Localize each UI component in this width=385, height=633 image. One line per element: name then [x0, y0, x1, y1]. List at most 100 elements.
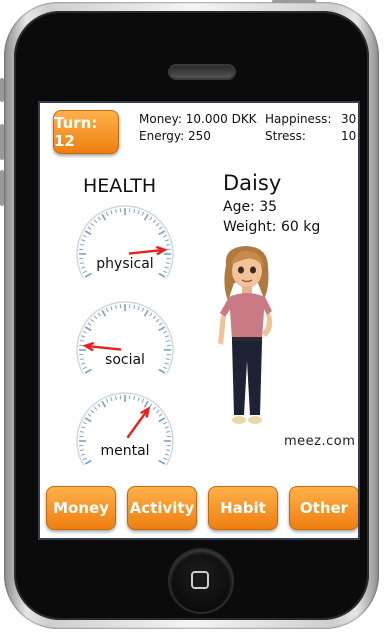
gauge-tick	[158, 459, 166, 465]
gauge-tick	[97, 312, 101, 317]
gauge-tick	[84, 417, 92, 423]
gauge-tick	[79, 339, 85, 342]
gauge-tick	[164, 426, 169, 429]
gauge-tick	[158, 417, 166, 423]
gauge-tick	[105, 398, 109, 403]
gauge-tick	[81, 426, 86, 429]
gauge-tick	[105, 211, 109, 216]
gauge-tick	[87, 413, 92, 417]
stress-label: Stress:	[265, 129, 306, 143]
gauge-tick	[84, 459, 92, 465]
energy-stat: Energy: 250	[139, 129, 211, 143]
physical-gauge-dial	[76, 205, 174, 279]
gauge-tick	[158, 326, 166, 332]
mute-switch	[0, 78, 4, 102]
game-screen: Turn: 12 Money: 10.000 DKK Energy: 250 H…	[38, 101, 360, 540]
gauge-tick	[90, 222, 95, 227]
meez-credit: meez.com	[284, 434, 356, 449]
gauge-tick	[137, 397, 140, 402]
gauge-tick	[79, 430, 85, 433]
gauge-tick	[143, 400, 149, 408]
turn-button[interactable]: Turn: 12	[53, 110, 119, 154]
social-gauge-dial	[76, 301, 174, 375]
gauge-tick	[155, 222, 160, 227]
activity-button[interactable]: Activity	[127, 486, 197, 530]
gauge-tick	[90, 318, 95, 323]
home-button[interactable]	[170, 550, 232, 612]
gauge-tick	[163, 330, 168, 334]
gauge-tick	[82, 421, 87, 425]
gauge-tick	[84, 368, 92, 374]
gauge-tick	[110, 306, 113, 311]
gauge-tick	[163, 234, 168, 238]
money-button[interactable]: Money	[46, 486, 116, 530]
gauge-tick	[87, 226, 92, 230]
gauge-tick	[93, 219, 98, 224]
gauge-tick	[90, 409, 95, 414]
gauge-tick	[158, 413, 163, 417]
health-title: HEALTH	[83, 175, 157, 197]
gauge-tick	[141, 307, 145, 312]
gauge-tick	[133, 304, 136, 310]
gauge-tick	[143, 213, 149, 221]
habit-button[interactable]: Habit	[208, 486, 278, 530]
gauge-tick	[149, 312, 153, 317]
gauge-tick	[163, 421, 168, 425]
gauge-tick	[165, 339, 171, 342]
gauge-tick	[105, 307, 109, 312]
gauge-tick	[114, 395, 117, 401]
happiness-label: Happiness:	[265, 112, 332, 126]
gauge-tick	[155, 318, 160, 323]
gauge-tick	[101, 309, 107, 317]
gauge-tick	[79, 243, 85, 246]
gauge-tick	[152, 219, 157, 224]
physical-gauge: physical	[70, 199, 180, 285]
gauge-tick	[110, 397, 113, 402]
social-gauge: social	[70, 295, 180, 381]
gauge-tick	[84, 272, 92, 278]
gauge-tick	[82, 234, 87, 238]
gauge-tick	[137, 306, 140, 311]
gauge-tick	[158, 272, 166, 278]
stress-value: 10	[341, 129, 357, 143]
gauge-tick	[152, 315, 157, 320]
home-square-icon	[191, 571, 209, 589]
gauge-tick	[133, 208, 136, 214]
gauge-needle	[126, 407, 150, 439]
volume-up-button	[0, 124, 4, 160]
gauge-tick	[137, 210, 140, 215]
mental-gauge: mental	[70, 386, 180, 472]
gauge-tick	[149, 216, 153, 221]
gauge-tick	[152, 406, 157, 411]
gauge-tick	[158, 322, 163, 326]
gauge-tick	[165, 243, 171, 246]
gauge-tick	[143, 309, 149, 317]
social-gauge-label: social	[105, 352, 145, 368]
character-age: Age: 35	[223, 199, 278, 215]
gauge-tick	[81, 335, 86, 338]
character-name: Daisy	[223, 171, 282, 195]
happiness-value: 30	[341, 112, 357, 126]
mental-gauge-label: mental	[100, 443, 150, 459]
gauge-tick	[84, 230, 92, 236]
money-stat: Money: 10.000 DKK	[139, 112, 257, 126]
gauge-tick	[84, 326, 92, 332]
character-avatar	[218, 246, 273, 424]
mental-gauge-dial	[76, 392, 174, 466]
other-button[interactable]: Other	[289, 486, 358, 530]
volume-down-button	[0, 170, 4, 206]
gauge-tick	[164, 239, 169, 242]
gauge-tick	[101, 400, 107, 408]
gauge-tick	[93, 406, 98, 411]
gauge-tick	[141, 398, 145, 403]
sleep-button	[272, 0, 316, 3]
gauge-tick	[133, 395, 136, 401]
gauge-tick	[101, 213, 107, 221]
gauge-tick	[81, 239, 86, 242]
gauge-tick	[110, 210, 113, 215]
gauge-tick	[158, 226, 163, 230]
gauge-tick	[164, 335, 169, 338]
gauge-tick	[158, 368, 166, 374]
gauge-tick	[82, 330, 87, 334]
gauge-tick	[158, 230, 166, 236]
